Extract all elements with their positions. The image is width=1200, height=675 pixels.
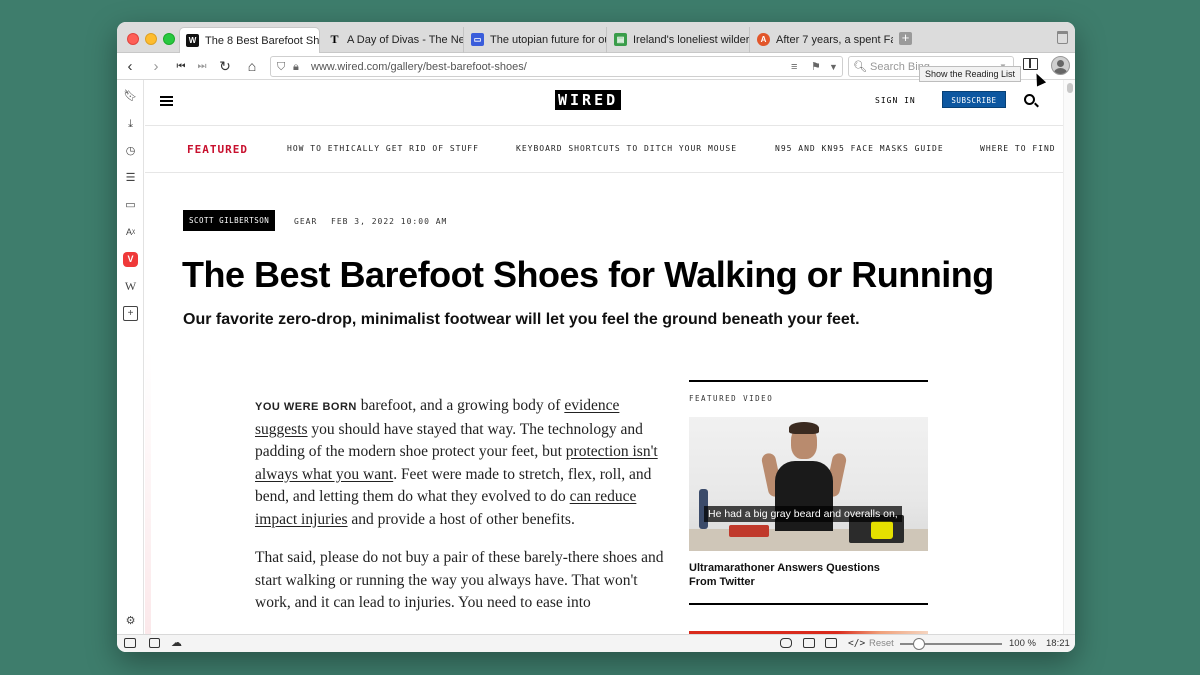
dropdown-arrow-icon[interactable]: ▼: [829, 60, 838, 74]
video-prop-red: [729, 525, 769, 537]
site-search-icon[interactable]: [1024, 94, 1035, 105]
browser-window: W The 8 Best Barefoot Shoes T A Day of D…: [117, 22, 1075, 652]
history-icon[interactable]: ◷: [123, 144, 138, 159]
notes-icon[interactable]: ☰: [123, 171, 138, 186]
tab-nyt[interactable]: T A Day of Divas - The New: [322, 27, 464, 53]
vertical-scrollbar[interactable]: [1063, 80, 1075, 635]
video-title-link[interactable]: Ultramarathoner Answers Questions From T…: [689, 562, 909, 589]
shield-icon[interactable]: ⛉: [277, 60, 285, 74]
tab-tiling-icon[interactable]: [149, 638, 160, 648]
video-prop-yellow: [871, 521, 893, 539]
translate-icon[interactable]: Aᵡ: [123, 225, 138, 240]
trash-icon[interactable]: [1057, 31, 1068, 44]
capture-icon[interactable]: [780, 638, 792, 648]
video-bottom-rule: [689, 603, 928, 605]
home-icon[interactable]: ⌂: [242, 57, 262, 77]
downloads-icon[interactable]: ⤓: [123, 117, 138, 132]
bookmarks-icon[interactable]: 🔖︎: [123, 89, 138, 104]
search-engine-icon[interactable]: 🔍︎: [853, 60, 867, 74]
video-top-rule: [689, 380, 928, 382]
nav-link-stuff[interactable]: HOW TO ETHICALLY GET RID OF STUFF: [287, 144, 479, 153]
tab-wired[interactable]: W The 8 Best Barefoot Shoes: [179, 27, 320, 53]
tab-title: After 7 years, a spent Falc: [776, 34, 893, 46]
tile-icon[interactable]: [803, 638, 815, 648]
author-byline[interactable]: SCOTT GILBERTSON: [183, 210, 276, 231]
zoom-level: 100 %: [1009, 638, 1036, 649]
tab-utopian[interactable]: ▭ The utopian future for our: [465, 27, 607, 53]
green-favicon-icon: ▤: [614, 33, 627, 46]
rewind-button[interactable]: ⏮: [171, 57, 191, 77]
header-divider: [145, 125, 1063, 126]
profile-avatar[interactable]: [1051, 56, 1070, 75]
zoom-slider-thumb[interactable]: [913, 638, 925, 650]
reader-view-icon[interactable]: ≡: [791, 60, 797, 74]
settings-gear-icon[interactable]: ⚙: [123, 614, 138, 629]
wikipedia-icon[interactable]: W: [123, 279, 138, 294]
tab-falcon[interactable]: A After 7 years, a spent Falc: [751, 27, 893, 53]
article-dek: Our favorite zero-drop, minimalist footw…: [183, 311, 860, 328]
close-window-button[interactable]: [127, 33, 139, 45]
panel-toggle-icon[interactable]: [124, 638, 136, 648]
nav-link-where[interactable]: WHERE TO FIND: [980, 144, 1056, 153]
minimize-window-button[interactable]: [145, 33, 157, 45]
tab-ireland[interactable]: ▤ Ireland's loneliest wildern: [608, 27, 750, 53]
nyt-favicon-icon: T: [330, 32, 339, 46]
nav-divider: [145, 172, 1063, 173]
zoom-reset-button[interactable]: Reset: [869, 638, 894, 649]
paragraph-1: YOU WERE BORN barefoot, and a growing bo…: [255, 395, 665, 531]
featured-label: FEATURED: [187, 143, 248, 156]
add-panel-icon[interactable]: +: [123, 306, 138, 321]
scrollbar-thumb[interactable]: [1067, 83, 1073, 93]
featured-video-player[interactable]: He had a big gray beard and overalls on,: [689, 417, 928, 551]
video-person-hair: [789, 422, 819, 434]
window-panel-icon[interactable]: ▭: [123, 198, 138, 213]
url-text: www.wired.com/gallery/best-barefoot-shoe…: [311, 61, 527, 73]
wired-logo[interactable]: WIRED: [555, 90, 622, 110]
sign-in-link[interactable]: SIGN IN: [875, 96, 916, 105]
side-panel: 🔖︎ ⤓ ◷ ☰ ▭ Aᵡ V W + ⚙: [117, 80, 144, 635]
tab-bar: W The 8 Best Barefoot Shoes T A Day of D…: [117, 22, 1075, 53]
menu-icon[interactable]: [160, 96, 173, 106]
fast-forward-button[interactable]: ⏭: [192, 57, 212, 77]
featured-video-label: FEATURED VIDEO: [689, 394, 774, 403]
new-tab-button[interactable]: +: [899, 31, 912, 45]
back-button[interactable]: ‹: [120, 57, 140, 77]
reading-list-tooltip: Show the Reading List: [919, 66, 1022, 82]
bookmark-icon[interactable]: ⚑: [811, 60, 821, 74]
article-headline: The Best Barefoot Shoes for Walking or R…: [182, 254, 994, 295]
nav-link-shortcuts[interactable]: KEYBOARD SHORTCUTS TO DITCH YOUR MOUSE: [516, 144, 737, 153]
side-gradient: [145, 350, 151, 635]
clock: 18:21: [1046, 638, 1070, 649]
subscribe-button[interactable]: SUBSCRIBE: [942, 91, 1006, 108]
forward-button[interactable]: ›: [146, 57, 166, 77]
tab-title: The 8 Best Barefoot Shoes: [205, 35, 320, 47]
lock-icon: 🔒︎: [293, 61, 299, 73]
video-caption: He had a big gray beard and overalls on,: [704, 506, 902, 522]
sync-cloud-icon[interactable]: ☁: [171, 636, 182, 649]
vivaldi-icon[interactable]: V: [123, 252, 138, 267]
section-label[interactable]: GEAR: [294, 217, 317, 226]
page-actions-icon[interactable]: </>: [848, 638, 865, 649]
tab-title: A Day of Divas - The New: [347, 34, 464, 46]
images-icon[interactable]: [825, 638, 837, 648]
reading-list-icon[interactable]: [1023, 58, 1038, 70]
tab-title: The utopian future for our: [490, 34, 607, 46]
text-run: barefoot, and a growing body of: [356, 397, 565, 414]
red-favicon-icon: A: [757, 33, 770, 46]
lead-in: YOU WERE BORN: [255, 401, 357, 413]
page-content: WIRED SIGN IN SUBSCRIBE FEATURED HOW TO …: [145, 80, 1075, 635]
address-field[interactable]: ⛉ 🔒︎ www.wired.com/gallery/best-barefoot…: [270, 56, 843, 77]
publish-date: FEB 3, 2022 10:00 AM: [331, 217, 448, 226]
maximize-window-button[interactable]: [163, 33, 175, 45]
paragraph-2: That said, please do not buy a pair of t…: [255, 549, 664, 611]
nav-link-masks[interactable]: N95 AND KN95 FACE MASKS GUIDE: [775, 144, 944, 153]
article-body: YOU WERE BORN barefoot, and a growing bo…: [255, 395, 665, 631]
tab-title: Ireland's loneliest wildern: [633, 34, 750, 46]
wired-favicon-icon: W: [186, 34, 199, 47]
status-bar: ☁ </> Reset 100 % 18:21: [117, 634, 1075, 652]
reload-icon[interactable]: ↻: [215, 57, 235, 77]
text-run: and provide a host of other benefits.: [347, 510, 575, 528]
blue-favicon-icon: ▭: [471, 33, 484, 46]
